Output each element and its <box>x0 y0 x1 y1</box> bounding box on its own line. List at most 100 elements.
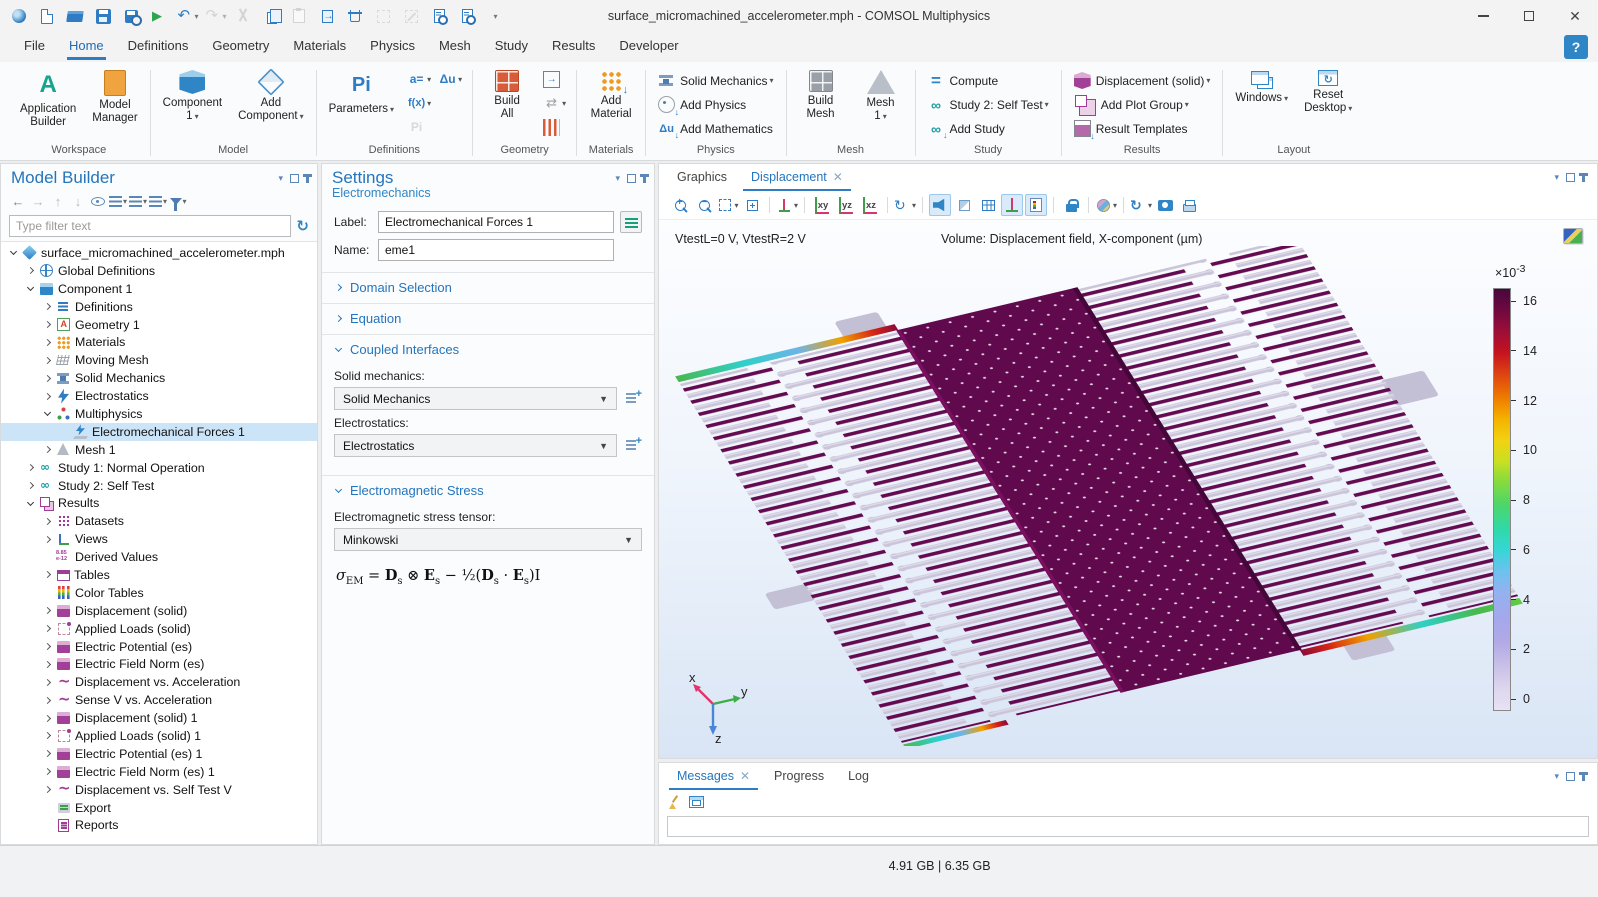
messages-tab-messages[interactable]: Messages✕ <box>665 763 762 790</box>
add-study-button[interactable]: Add Study <box>922 117 1055 140</box>
pi-button[interactable] <box>404 115 435 139</box>
view-xy-button[interactable]: xy <box>811 194 833 216</box>
clear-messages-icon[interactable] <box>667 794 683 810</box>
redo-button[interactable]: ▾ <box>202 3 228 29</box>
zoom-box-button[interactable]: ▾ <box>717 194 739 216</box>
chevron-right-icon[interactable] <box>43 374 52 383</box>
tree-item-reports[interactable]: Reports <box>1 817 317 835</box>
build-all-button[interactable]: BuildAll <box>479 67 535 124</box>
paste-button[interactable] <box>286 3 312 29</box>
show-grid-button[interactable] <box>977 194 999 216</box>
tree-item-geometry-1[interactable]: Geometry 1 <box>1 316 317 334</box>
save-button[interactable] <box>90 3 116 29</box>
open-button[interactable] <box>62 3 88 29</box>
menu-tab-developer[interactable]: Developer <box>607 32 690 62</box>
tree-item-applied-loads-solid[interactable]: Applied Loads (solid) <box>1 620 317 638</box>
view-lock-button[interactable] <box>1060 194 1082 216</box>
tree-item-solid-mechanics[interactable]: Solid Mechanics <box>1 369 317 387</box>
add-physics-button[interactable]: Add Physics <box>652 93 779 116</box>
tree-item-datasets[interactable]: Datasets <box>1 512 317 530</box>
tree-item-electric-potential-es-1[interactable]: Electric Potential (es) 1 <box>1 745 317 763</box>
menu-tab-home[interactable]: Home <box>57 32 116 62</box>
chevron-right-icon[interactable] <box>43 749 52 758</box>
message-window-icon[interactable] <box>689 796 704 808</box>
section-header[interactable]: Electromagnetic Stress <box>334 483 642 498</box>
tree-item-electromechanical-forces-1[interactable]: Electromechanical Forces 1 <box>1 423 317 441</box>
chevron-right-icon[interactable] <box>26 463 35 472</box>
add-interface-icon[interactable] <box>624 437 642 455</box>
section-equation[interactable]: Equation <box>322 303 654 326</box>
study-2-self-test-button[interactable]: Study 2: Self Test▾ <box>922 93 1055 116</box>
section-header[interactable]: Coupled Interfaces <box>334 342 642 357</box>
cut-button[interactable] <box>230 3 256 29</box>
tree-item-sense-v-vs-acceleration[interactable]: Sense V vs. Acceleration <box>1 691 317 709</box>
float-icon[interactable] <box>1566 772 1575 781</box>
chevron-down-icon[interactable] <box>9 248 18 257</box>
panel-menu-icon[interactable]: ▾ <box>278 173 283 184</box>
tree-item-study-1-normal-operation[interactable]: Study 1: Normal Operation <box>1 459 317 477</box>
tree-item-global-definitions[interactable]: Global Definitions <box>1 262 317 280</box>
chevron-right-icon[interactable] <box>26 266 35 275</box>
tree-item-electric-field-norm-es[interactable]: Electric Field Norm (es) <box>1 655 317 673</box>
transparency-button[interactable] <box>953 194 975 216</box>
pin-icon[interactable] <box>643 174 646 183</box>
model-manager-button[interactable]: ModelManager <box>86 67 143 128</box>
chevron-right-icon[interactable] <box>43 696 52 705</box>
chevron-right-icon[interactable] <box>43 606 52 615</box>
chevron-right-icon[interactable] <box>43 445 52 454</box>
chevron-right-icon[interactable] <box>43 642 52 651</box>
add-interface-icon[interactable] <box>624 390 642 408</box>
f-x-button[interactable]: ▾ <box>404 91 435 115</box>
next-node-button[interactable]: → <box>29 191 47 211</box>
chevron-right-icon[interactable] <box>43 302 52 311</box>
graphics-tab-graphics[interactable]: Graphics <box>665 164 739 191</box>
previous-node-button[interactable]: ← <box>9 191 27 211</box>
tree-item-results[interactable]: Results <box>1 494 317 512</box>
panel-menu-icon[interactable]: ▾ <box>615 173 620 184</box>
windows-button[interactable]: Windows▾ <box>1229 67 1294 108</box>
chevron-right-icon[interactable] <box>43 714 52 723</box>
tree-item-views[interactable]: Views <box>1 530 317 548</box>
chevron-right-icon[interactable] <box>43 338 52 347</box>
graphics-canvas[interactable]: VtestL=0 V, VtestR=2 V Volume: Displacem… <box>659 220 1597 758</box>
find-button[interactable] <box>426 3 452 29</box>
chevron-right-icon[interactable] <box>43 624 52 633</box>
search-window-button[interactable] <box>454 3 480 29</box>
print-button[interactable] <box>1178 194 1200 216</box>
tree-item-electric-potential-es[interactable]: Electric Potential (es) <box>1 638 317 656</box>
parameters-button[interactable]: Parameters▾ <box>323 67 400 119</box>
compute-button[interactable]: Compute <box>922 69 1055 92</box>
chevron-right-icon[interactable] <box>43 785 52 794</box>
tree-item-component-1[interactable]: Component 1 <box>1 280 317 298</box>
menu-tab-materials[interactable]: Materials <box>281 32 358 62</box>
close-button[interactable]: ✕ <box>1552 0 1598 32</box>
tree-item-displacement-vs-acceleration[interactable]: Displacement vs. Acceleration <box>1 673 317 691</box>
chevron-down-icon[interactable] <box>43 409 52 418</box>
close-tab-icon[interactable]: ✕ <box>833 165 843 190</box>
tree-item-electrostatics[interactable]: Electrostatics <box>1 387 317 405</box>
update-plot-button[interactable]: ▾ <box>1130 194 1152 216</box>
chevron-right-icon[interactable] <box>43 356 52 365</box>
panel-menu-icon[interactable]: ▾ <box>1554 172 1559 183</box>
show-legend-button[interactable] <box>1025 194 1047 216</box>
view-yz-button[interactable]: yz <box>835 194 857 216</box>
refresh-icon[interactable]: ↻ <box>296 217 309 235</box>
default-view-button[interactable]: ▾ <box>776 194 798 216</box>
delete-button[interactable] <box>342 3 368 29</box>
tree-item-moving-mesh[interactable]: Moving Mesh <box>1 351 317 369</box>
comsol-logo-button[interactable] <box>6 3 32 29</box>
pin-icon[interactable] <box>1582 173 1585 182</box>
save-as-button[interactable] <box>118 3 144 29</box>
plot-image-icon[interactable] <box>1563 228 1583 244</box>
filter-button[interactable]: ▾ <box>169 191 187 211</box>
environment-button[interactable]: ▾ <box>1095 194 1117 216</box>
mesh-1-button[interactable]: Mesh1▾ <box>853 67 909 126</box>
chevron-right-icon[interactable] <box>43 731 52 740</box>
menu-tab-results[interactable]: Results <box>540 32 607 62</box>
deselect-button[interactable] <box>398 3 424 29</box>
graphics-tab-displacement[interactable]: Displacement✕ <box>739 164 855 191</box>
menu-tab-mesh[interactable]: Mesh <box>427 32 483 62</box>
delta-u-button[interactable]: ▾ <box>435 67 466 91</box>
chevron-right-icon[interactable] <box>43 767 52 776</box>
import-button[interactable] <box>539 67 570 91</box>
